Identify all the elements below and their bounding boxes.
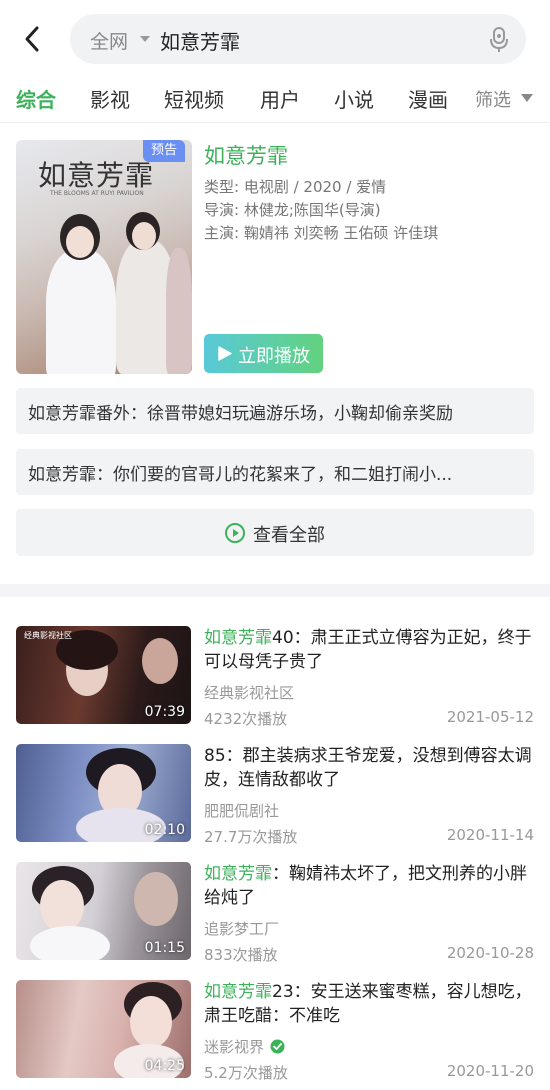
category-tabs: 综合 影视 短视频 用户 小说 漫画 筛选	[0, 78, 550, 118]
movie-type: 类型: 电视剧 / 2020 / 爱情	[204, 178, 387, 196]
video-source[interactable]: 经典影视社区	[204, 682, 294, 703]
section-divider	[0, 584, 550, 597]
video-plays: 27.7万次播放	[204, 828, 298, 846]
video-date: 2020-11-20	[446, 1062, 534, 1080]
video-duration: 04:25	[144, 1058, 185, 1074]
video-thumbnail[interactable]: 经典影视社区 07:39	[16, 626, 191, 724]
video-date: 2021-05-12	[446, 708, 534, 726]
video-source-name: 迷影视界	[204, 1038, 265, 1056]
video-duration: 02:10	[144, 822, 185, 838]
video-title[interactable]: 如意芳霏23：安王送来蜜枣糕，容儿想吃，肃王吃醋：不准吃	[204, 980, 534, 1028]
video-source[interactable]: 迷影视界	[204, 1036, 285, 1057]
filter-caret-icon[interactable]	[521, 94, 533, 102]
video-item[interactable]: 01:15 如意芳霏：鞠婧祎太坏了，把文刑养的小胖给炖了 追影梦工厂 833次播…	[0, 862, 550, 964]
video-title[interactable]: 85：郡主装病求王爷宠爱，没想到傅容太调皮，连情敌都收了	[204, 744, 534, 792]
title-text: 85：郡主装病求王爷宠爱，没想到傅容太调皮，连情敌都收了	[204, 746, 532, 790]
poster-subtitle: THE BLOOMS AT RUYI PAVILION	[50, 190, 144, 197]
tab-users[interactable]: 用户	[260, 84, 300, 113]
verified-check-icon	[270, 1039, 285, 1054]
tab-comics[interactable]: 漫画	[408, 84, 448, 113]
movie-director: 导演: 林健龙;陈国华(导演)	[204, 201, 381, 219]
movie-cast: 主演: 鞠婧祎 刘奕畅 王佑硕 许佳琪	[204, 224, 439, 242]
view-all-label: 查看全部	[253, 525, 325, 546]
video-thumbnail[interactable]: 04:25	[16, 980, 191, 1078]
video-source[interactable]: 肥肥侃剧社	[204, 800, 279, 821]
title-highlight: 如意芳霏	[204, 628, 272, 648]
video-source[interactable]: 追影梦工厂	[204, 918, 279, 939]
video-title[interactable]: 如意芳霏40：肃王正式立傅容为正妃，终于可以母凭子贵了	[204, 626, 534, 674]
related-item[interactable]: 如意芳霏：你们要的官哥儿的花絮来了，和二姐打闹小...	[16, 449, 534, 495]
title-highlight: 如意芳霏	[204, 864, 272, 884]
video-duration: 01:15	[144, 940, 185, 956]
tab-short-video[interactable]: 短视频	[164, 84, 224, 113]
video-item[interactable]: 04:25 如意芳霏23：安王送来蜜枣糕，容儿想吃，肃王吃醋：不准吃 迷影视界 …	[0, 980, 550, 1082]
dropdown-caret-icon[interactable]	[140, 36, 150, 42]
video-plays: 833次播放	[204, 946, 278, 964]
video-item[interactable]: 02:10 85：郡主装病求王爷宠爱，没想到傅容太调皮，连情敌都收了 肥肥侃剧社…	[0, 744, 550, 846]
filter-button[interactable]: 筛选	[475, 86, 511, 112]
video-date: 2020-11-14	[446, 826, 534, 844]
video-date: 2020-10-28	[446, 944, 534, 962]
play-triangle-icon	[218, 346, 232, 361]
video-plays: 4232次播放	[204, 710, 288, 728]
video-thumbnail[interactable]: 02:10	[16, 744, 191, 842]
video-plays: 5.2万次播放	[204, 1064, 288, 1082]
video-item[interactable]: 经典影视社区 07:39 如意芳霏40：肃王正式立傅容为正妃，终于可以母凭子贵了…	[0, 626, 550, 728]
play-circle-icon	[225, 523, 245, 543]
play-now-button[interactable]: 立即播放	[204, 334, 323, 373]
video-title[interactable]: 如意芳霏：鞠婧祎太坏了，把文刑养的小胖给炖了	[204, 862, 534, 910]
search-bar[interactable]: 全网 如意芳霏	[70, 14, 526, 64]
related-item[interactable]: 如意芳霏番外：徐晋带媳妇玩遍游乐场，小鞠却偷亲奖励	[16, 388, 534, 434]
thumbnail-watermark: 经典影视社区	[24, 631, 72, 640]
video-thumbnail[interactable]: 01:15	[16, 862, 191, 960]
movie-poster[interactable]: 如意芳霏 THE BLOOMS AT RUYI PAVILION	[16, 140, 192, 374]
movie-title[interactable]: 如意芳霏	[204, 140, 288, 170]
play-now-label: 立即播放	[238, 346, 310, 367]
trailer-badge: 预告	[143, 140, 185, 162]
tab-film[interactable]: 影视	[90, 84, 130, 113]
title-highlight: 如意芳霏	[204, 982, 272, 1002]
tab-novels[interactable]: 小说	[334, 84, 374, 113]
search-input[interactable]: 如意芳霏	[160, 26, 240, 55]
search-scope-selector[interactable]: 全网	[90, 27, 128, 54]
video-duration: 07:39	[144, 704, 185, 720]
back-arrow-icon[interactable]	[18, 22, 48, 56]
microphone-icon[interactable]	[488, 27, 510, 53]
tabs-divider	[0, 122, 550, 123]
tab-comprehensive[interactable]: 综合	[16, 84, 56, 113]
view-all-button[interactable]: 查看全部	[16, 509, 534, 556]
poster-title: 如意芳霏	[38, 159, 155, 192]
top-bar: 全网 如意芳霏	[0, 0, 550, 70]
